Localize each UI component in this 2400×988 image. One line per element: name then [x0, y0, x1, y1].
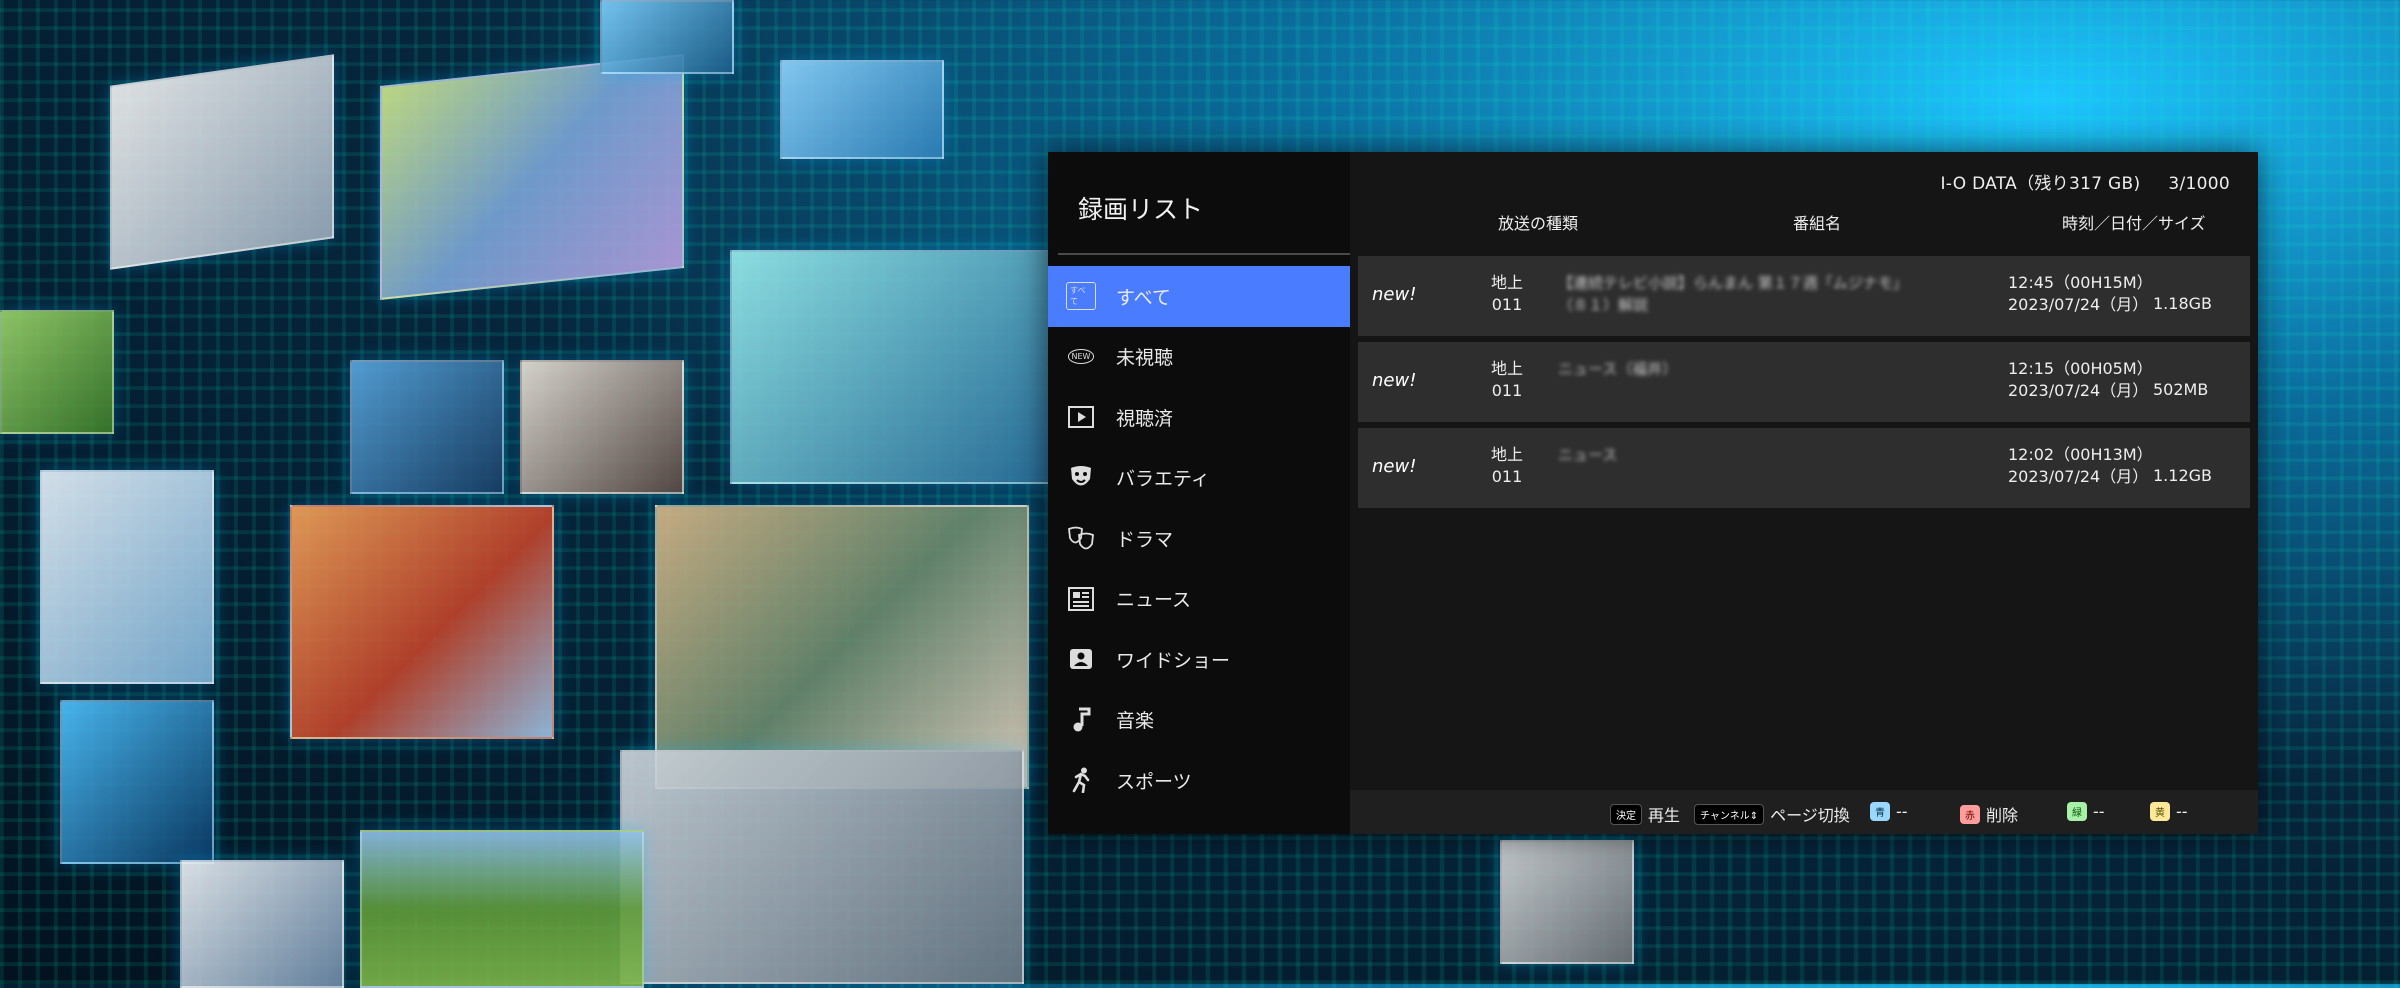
- recording-rows: new! 地上 011 【連続テレビ小説】らんまん 第１７週「ムジナモ」 （８１）解…: [1358, 256, 2250, 514]
- blue-key-hint: 青 --: [1870, 802, 1908, 821]
- program-title: ニュース（福井）: [1558, 360, 1678, 378]
- sidebar-item-label: ニュース: [1116, 589, 1192, 612]
- storage-info: I-O DATA（残り317 GB) 3/1000: [1940, 169, 2230, 194]
- recording-datetime: 12:02（00H13M） 2023/07/24（月）: [2008, 445, 2153, 486]
- photo-tile: [655, 505, 1029, 789]
- new-badge: new!: [1372, 370, 1417, 391]
- new-badge: new!: [1372, 456, 1417, 477]
- channel-info: 地上 011: [1490, 273, 1523, 314]
- photo-tile: [1500, 840, 1634, 964]
- new-badge: new!: [1372, 284, 1417, 305]
- yellow-key-hint: 黄 --: [2150, 802, 2188, 821]
- photo-tile: [600, 0, 734, 74]
- sidebar-item-drama[interactable]: ドラマ: [1048, 508, 1350, 569]
- red-key-icon: 赤: [1960, 804, 1980, 824]
- new-badge-icon: NEW: [1066, 342, 1096, 372]
- sidebar-item-sports[interactable]: スポーツ: [1048, 750, 1350, 811]
- recording-datetime: 12:15（00H05M） 2023/07/24（月）: [2008, 359, 2153, 400]
- person-card-icon: [1066, 644, 1096, 674]
- channel-info: 地上 011: [1490, 445, 1523, 486]
- photo-tile: [620, 750, 1024, 984]
- sidebar-item-label: 音楽: [1116, 710, 1155, 733]
- program-title: ニュース: [1558, 446, 1618, 464]
- photo-tile: [360, 830, 644, 988]
- sidebar-item-label: バラエティ: [1116, 468, 1210, 491]
- newspaper-icon: [1066, 584, 1096, 614]
- recording-list: I-O DATA（残り317 GB) 3/1000 放送の種類 番組名 時刻／日付…: [1350, 152, 2258, 834]
- page-switch-hint: チャンネル⇕ ページ切換: [1694, 802, 1850, 826]
- photo-tile: [180, 860, 344, 988]
- photo-tile: [730, 250, 1054, 484]
- green-key-hint: 緑 --: [2067, 802, 2105, 821]
- divider: [1058, 253, 1350, 255]
- column-header-program: 番組名: [1793, 214, 1842, 233]
- photo-tile: [290, 505, 554, 739]
- recording-row[interactable]: new! 地上 011 ニュース（福井） 12:15（00H05M） 2023/07…: [1358, 342, 2250, 422]
- blue-key-icon: 青: [1870, 802, 1890, 821]
- theater-masks-icon: [1066, 523, 1096, 553]
- sidebar-item-watched[interactable]: 視聴済: [1048, 387, 1350, 448]
- all-badge-icon: すべて: [1066, 281, 1096, 311]
- sidebar: 録画リスト すべて すべて NEW 未視聴 視聴済 バラエティ ドラマ ニュース…: [1048, 152, 1350, 834]
- recording-row[interactable]: new! 地上 011 ニュース 12:02（00H13M） 2023/07/24（…: [1358, 428, 2250, 508]
- photo-tile: [350, 360, 504, 494]
- photo-tile: [780, 60, 944, 159]
- remote-key-guide: 決定 再生 チャンネル⇕ ページ切換 青 -- 赤削除 緑 -- 黄 --: [1350, 790, 2258, 834]
- runner-icon: [1066, 765, 1096, 795]
- photo-tile: [110, 54, 334, 270]
- sidebar-item-music[interactable]: 音楽: [1048, 690, 1350, 751]
- photo-tile: [520, 360, 684, 494]
- page-title: 録画リスト: [1078, 195, 1204, 224]
- file-size: 1.18GB: [2153, 294, 2212, 313]
- mask-icon: [1066, 463, 1096, 493]
- photo-tile: [40, 470, 214, 684]
- recording-list-panel: 録画リスト すべて すべて NEW 未視聴 視聴済 バラエティ ドラマ ニュース…: [1048, 152, 2258, 834]
- column-header-broadcast: 放送の種類: [1498, 214, 1579, 233]
- delete-hint: 赤削除: [1960, 802, 2018, 826]
- file-size: 502MB: [2153, 380, 2209, 399]
- yellow-key-icon: 黄: [2150, 802, 2170, 821]
- storage-device: I-O DATA（残り317 GB): [1940, 174, 2141, 194]
- sidebar-item-label: 未視聴: [1116, 347, 1174, 370]
- recording-row[interactable]: new! 地上 011 【連続テレビ小説】らんまん 第１７週「ムジナモ」 （８１）解…: [1358, 256, 2250, 336]
- recording-count: 3/1000: [2168, 174, 2230, 194]
- enter-key-icon: 決定: [1610, 803, 1642, 825]
- sidebar-item-all[interactable]: すべて すべて: [1048, 266, 1350, 327]
- program-title: 【連続テレビ小説】らんまん 第１７週「ムジナモ」 （８１）解説: [1558, 274, 1908, 314]
- music-note-icon: [1066, 705, 1096, 735]
- play-hint: 決定 再生: [1610, 802, 1680, 826]
- sidebar-item-label: スポーツ: [1116, 770, 1192, 793]
- channel-key-icon: チャンネル⇕: [1694, 803, 1765, 825]
- sidebar-item-unwatched[interactable]: NEW 未視聴: [1048, 327, 1350, 388]
- file-size: 1.12GB: [2153, 466, 2212, 485]
- channel-info: 地上 011: [1490, 359, 1523, 400]
- category-menu: すべて すべて NEW 未視聴 視聴済 バラエティ ドラマ ニュース ワイドショ…: [1048, 266, 1350, 811]
- sidebar-item-variety[interactable]: バラエティ: [1048, 448, 1350, 509]
- recording-datetime: 12:45（00H15M） 2023/07/24（月）: [2008, 273, 2153, 314]
- sidebar-item-label: 視聴済: [1116, 407, 1174, 430]
- photo-tile: [0, 310, 114, 434]
- sidebar-item-label: ワイドショー: [1116, 649, 1231, 672]
- sidebar-item-label: ドラマ: [1116, 528, 1174, 551]
- sidebar-item-news[interactable]: ニュース: [1048, 569, 1350, 630]
- sidebar-item-wideshow[interactable]: ワイドショー: [1048, 629, 1350, 690]
- play-icon: [1066, 402, 1096, 432]
- photo-tile: [380, 54, 684, 300]
- column-header-datetime: 時刻／日付／サイズ: [2062, 214, 2206, 233]
- photo-tile: [60, 700, 214, 864]
- green-key-icon: 緑: [2067, 802, 2087, 821]
- sidebar-item-label: すべて: [1116, 286, 1171, 309]
